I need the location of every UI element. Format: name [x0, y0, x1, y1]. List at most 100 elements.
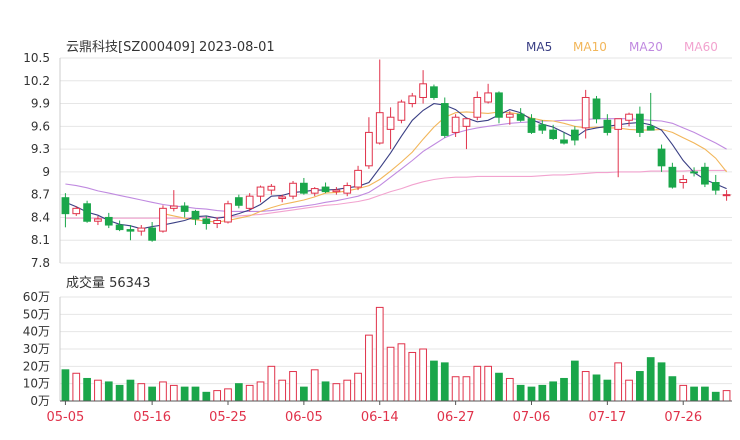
volume-tick-label: 0万	[30, 394, 50, 408]
volume-bar	[386, 346, 395, 402]
volume-bar	[570, 360, 579, 402]
volume-title: 成交量 56343	[66, 275, 151, 291]
candle-body	[278, 196, 287, 199]
legend-ma60: MA60	[684, 40, 718, 54]
date-tick-label: 07-26	[664, 410, 702, 425]
candle-body	[711, 182, 720, 191]
volume-bar	[419, 348, 427, 402]
candle-body	[289, 182, 297, 197]
volume-tick-label: 60万	[23, 290, 50, 304]
price-tick-label: 10.5	[23, 51, 50, 65]
candle-body	[560, 139, 568, 144]
candle-body	[83, 203, 91, 222]
volume-tick-label: 50万	[23, 307, 50, 321]
candle-body	[527, 118, 536, 133]
candle-body	[343, 185, 352, 194]
volume-bar	[484, 365, 492, 402]
candle-body	[495, 92, 503, 118]
candle-body	[646, 125, 655, 131]
volume-bar	[560, 377, 568, 402]
volume-bars	[61, 306, 731, 402]
price-tick-label: 7.8	[31, 256, 50, 270]
volume-bar	[701, 386, 709, 402]
candle-body	[354, 169, 362, 188]
volume-bar	[375, 306, 384, 402]
candle-body	[451, 116, 460, 133]
date-tick-label: 05-05	[47, 410, 85, 425]
candle-body	[430, 86, 438, 98]
candle-body	[538, 124, 547, 131]
volume-bar	[234, 383, 243, 402]
candle-body	[245, 195, 254, 209]
volume-bar	[722, 390, 731, 402]
price-tick-label: 8.4	[31, 210, 50, 224]
volume-bar	[516, 384, 525, 402]
legend-ma5: MA5	[526, 40, 552, 54]
price-tick-label: 9	[42, 165, 50, 179]
candle-body	[375, 112, 384, 144]
volume-bar	[365, 334, 373, 402]
candle-body	[332, 189, 341, 193]
legend-ma10: MA10	[573, 40, 607, 54]
volume-tick-label: 10万	[23, 377, 50, 391]
volume-bar	[679, 384, 688, 402]
candle-body	[256, 186, 265, 197]
volume-bar	[256, 381, 265, 402]
volume-bar	[581, 371, 590, 402]
candle-body	[549, 129, 558, 139]
candle-body	[636, 113, 644, 133]
candle-body	[484, 92, 492, 103]
volume-bar	[495, 372, 503, 402]
candle-body	[603, 119, 612, 133]
volume-bar	[94, 379, 102, 402]
volume-bar	[61, 369, 70, 402]
volume-bar	[408, 351, 417, 402]
volume-bar	[538, 384, 547, 402]
volume-bar	[451, 376, 460, 402]
volume-bar	[668, 376, 677, 402]
volume-bar	[603, 379, 612, 402]
candle-body	[419, 83, 427, 98]
candle-body	[701, 166, 709, 185]
chart-title: 云鼎科技[SZ000409] 2023-08-01	[66, 40, 275, 55]
candle-body	[386, 116, 395, 130]
volume-bar	[224, 388, 232, 402]
volume-bar	[430, 360, 438, 402]
legend: MA5 MA10 MA20 MA60	[526, 40, 718, 54]
candle-body	[440, 103, 449, 136]
candle-body	[321, 186, 330, 193]
candle-body	[224, 203, 232, 223]
volume-bar	[115, 384, 124, 402]
volume-bar	[549, 381, 558, 402]
volume-bar	[159, 381, 167, 402]
candle-body	[690, 171, 698, 174]
price-tick-label: 9.9	[31, 97, 50, 111]
stock-chart: 云鼎科技[SZ000409] 2023-08-01 MA5 MA10 MA20 …	[23, 40, 732, 425]
candle-body	[94, 218, 102, 222]
candle-body	[191, 210, 200, 220]
volume-tick-label: 20万	[23, 359, 50, 373]
candle-body	[592, 98, 601, 120]
candle-body	[72, 207, 81, 215]
candle-body	[473, 96, 482, 118]
candle-body	[397, 101, 406, 121]
volume-bar	[267, 365, 276, 402]
candle-body	[462, 118, 471, 127]
volume-bar	[462, 376, 471, 402]
price-tick-label: 10.2	[23, 74, 50, 88]
volume-bar	[72, 372, 81, 402]
candle-body	[213, 219, 222, 225]
candle-body	[408, 95, 417, 105]
date-tick-label: 05-25	[209, 410, 247, 425]
volume-bar	[137, 383, 146, 402]
volume-bar	[343, 379, 352, 402]
volume-y-axis: 60万 50万 40万 30万 20万 10万 0万	[23, 290, 61, 408]
volume-bar	[289, 371, 297, 402]
candle-body	[310, 188, 319, 194]
candle-body	[625, 113, 633, 121]
volume-bar	[332, 383, 341, 402]
volume-bar	[657, 362, 666, 402]
volume-bar	[473, 365, 482, 402]
volume-bar	[310, 369, 319, 402]
candle-body	[570, 129, 579, 141]
